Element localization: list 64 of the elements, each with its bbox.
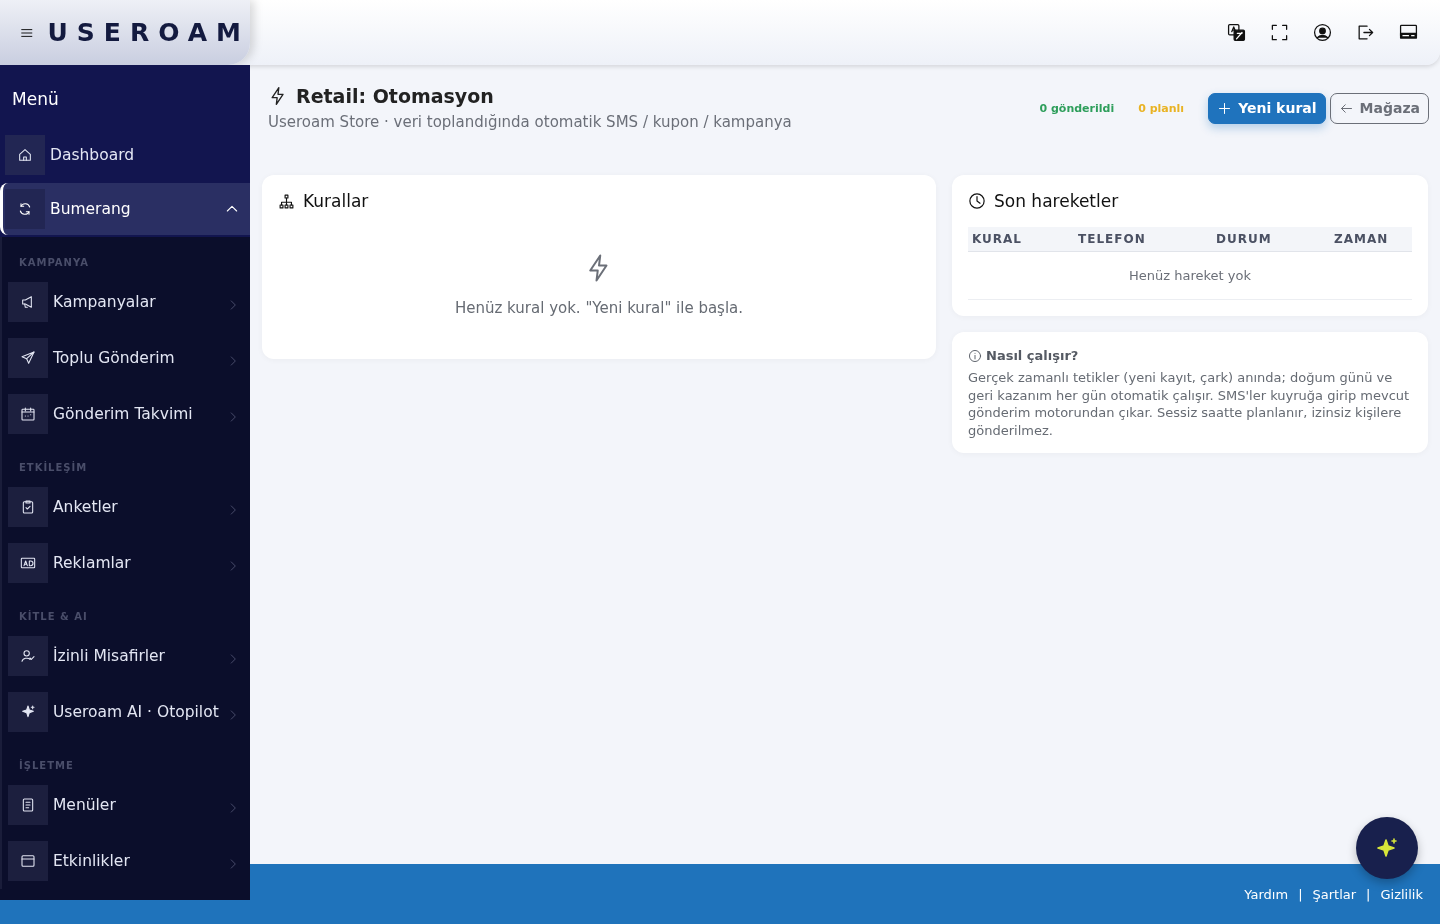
fullscreen-button[interactable] [1270,23,1289,42]
empty-message: Henüz kural yok. "Yeni kural" ile başla. [454,299,744,317]
plus-icon [1217,100,1233,116]
info-text: Gerçek zamanlı tetikler (yeni kayıt, çark) anında; doğum günü ve geri kazanım her gün otomatik çalışır. SMS'ler kuyruğa girip mevcut gönderim motorundan çıkar. Sessiz saatte planlanır, izinsiz kişilere gönderilmez. [968,369,1411,439]
translate-icon [1227,23,1246,42]
section-heading: KİTLE & AI [18,609,89,624]
sidebar-item[interactable]: Dashboard [0,129,250,181]
sidebar-item[interactable]: İzinli Misafirler [2,630,250,682]
sidebar-item[interactable]: Reklamlar [2,537,250,589]
section-heading: ETKİLEŞİM [18,460,89,475]
monitor-button[interactable] [1399,23,1418,42]
sidebar-item[interactable]: Kampanyalar [2,276,250,328]
sidebar-item[interactable]: Menüler [2,779,250,831]
sparkle-icon [20,704,36,720]
page-subtitle: Useroam Store · veri toplandığında otomatik SMS / kupon / kampanya [268,113,792,131]
window-icon [20,853,36,869]
sidebar-item[interactable]: Anketler [2,481,250,533]
column-header: DURUM [1212,227,1330,252]
logout-icon [1356,23,1375,42]
menu-title: Menü [11,89,60,109]
section-heading: İŞLETME [18,758,75,773]
footer-link[interactable]: Yardım [1244,886,1289,902]
ad-icon [20,555,36,571]
page-title: Retail: Otomasyon [296,85,494,107]
monitor-icon [1399,23,1418,42]
separator: | [1298,886,1303,902]
store-button[interactable]: Mağaza [1329,93,1429,124]
sidebar-item[interactable]: Gönderim Takvimi [2,388,250,440]
footer-link[interactable]: Şartlar [1312,886,1357,902]
clock-icon [968,192,986,210]
user-icon [1313,23,1332,42]
send-icon [20,350,36,366]
card-title: Son hareketler [994,191,1119,211]
stat-label: 0 gönderildi [1039,102,1115,115]
column-header: KURAL [968,227,1074,252]
translate-button[interactable] [1227,23,1246,42]
home-icon [17,147,33,163]
empty-message: Henüz hareket yok [968,251,1412,300]
sidebar-item[interactable]: Toplu Gönderim [2,332,250,384]
sidebar-item[interactable]: Useroam AI · Otopilot [2,686,250,738]
refresh-icon [17,201,33,217]
footer-link[interactable]: Gizlilik [1380,886,1423,902]
logout-button[interactable] [1356,23,1375,42]
new-rule-button[interactable]: Yeni kural [1208,93,1326,124]
user-button[interactable] [1313,23,1332,42]
section-heading: KAMPANYA [18,256,90,270]
sidebar-item[interactable]: Etkinlikler [2,835,250,887]
separator: | [1366,886,1371,902]
hierarchy-icon [278,192,295,210]
sparkle-icon [1375,836,1399,860]
fullscreen-icon [1270,23,1289,42]
clipboard-icon [20,499,36,515]
info-icon [968,348,982,363]
card-title: Kurallar [303,191,369,211]
column-header: ZAMAN [1330,227,1412,252]
document-icon [20,797,36,813]
person-check-icon [20,648,36,664]
column-header: TELEFON [1074,227,1212,252]
info-title: Nasıl çalışır? [986,348,1079,363]
calendar-icon [20,406,36,422]
stat-label: 0 planlı [1138,102,1185,115]
assistant-button[interactable] [1356,817,1418,879]
brand-logo: USEROAM [47,18,250,47]
sidebar-item[interactable]: Bumerang [0,183,250,235]
